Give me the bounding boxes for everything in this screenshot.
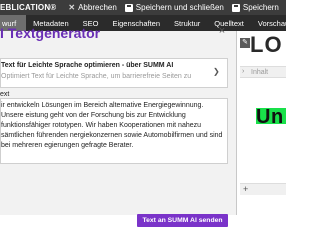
save-button[interactable]: Speichern xyxy=(231,3,279,12)
add-row[interactable]: + xyxy=(240,183,286,195)
save-close-button[interactable]: Speichern und schließen xyxy=(124,3,224,12)
tab-eigenschaften[interactable]: Eigenschaften xyxy=(105,15,167,31)
content-row[interactable]: › Inhalt xyxy=(240,66,286,78)
select-description: Optimiert Text für Leichte Sprache, um b… xyxy=(1,73,192,80)
highlighted-heading-text: Un xyxy=(256,106,284,128)
tab-vorschau[interactable]: Vorschau xyxy=(251,15,296,31)
close-icon: ✕ xyxy=(68,3,76,12)
top-toolbar: EBLICATION® ✕ Abbrechen Speichern und sc… xyxy=(0,0,286,15)
abort-button[interactable]: ✕ Abbrechen xyxy=(68,3,116,12)
tab-quelltext[interactable]: Quelltext xyxy=(207,15,251,31)
prompt-select[interactable]: Text für Leichte Sprache optimieren - üb… xyxy=(0,58,228,88)
pencil-icon[interactable]: ✎ xyxy=(240,38,250,48)
send-to-summ-ai-button[interactable]: Text an SUMM AI senden xyxy=(137,214,228,227)
plus-icon: + xyxy=(243,184,249,194)
select-value: Text für Leichte Sprache optimieren - üb… xyxy=(1,62,174,69)
text-field-label: ext xyxy=(0,91,10,98)
text-input-area[interactable]: ir entwickeln Lösungen im Bereich altern… xyxy=(0,98,228,164)
panel-title: I Textgenerator xyxy=(0,25,101,41)
save-label: Speichern xyxy=(242,3,279,12)
save-icon xyxy=(231,3,240,12)
preview-heading: LO xyxy=(250,32,283,57)
content-row-label: Inhalt xyxy=(251,69,269,76)
highlighted-heading: Un xyxy=(256,106,286,130)
chevron-down-icon: ❯ xyxy=(213,67,220,76)
tab-struktur[interactable]: Struktur xyxy=(167,15,207,31)
close-panel-button[interactable]: × xyxy=(215,25,229,37)
chevron-right-icon: › xyxy=(242,68,245,75)
app-label: EBLICATION® xyxy=(0,3,57,12)
save-close-label: Speichern und schließen xyxy=(135,3,224,12)
save-icon xyxy=(124,3,133,12)
abort-label: Abbrechen xyxy=(78,3,117,12)
